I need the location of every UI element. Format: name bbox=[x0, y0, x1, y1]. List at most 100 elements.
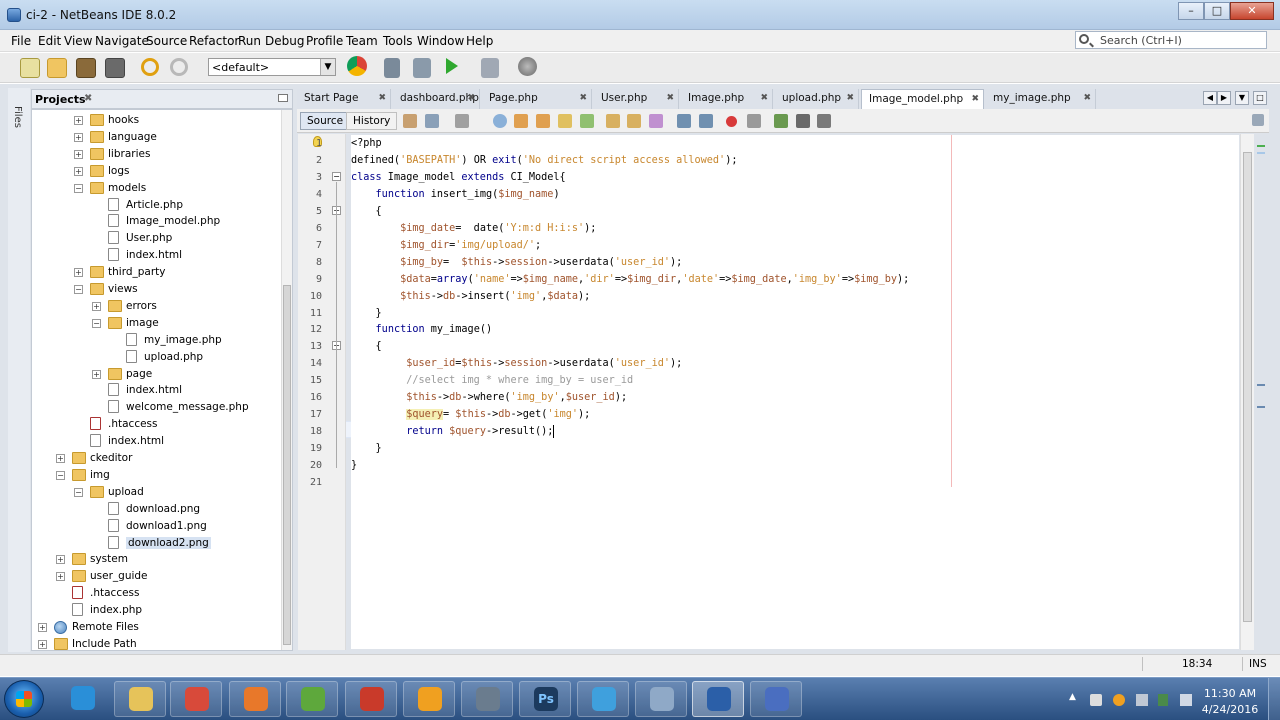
expand-icon[interactable]: + bbox=[74, 149, 83, 159]
editor-tab[interactable]: my_image.php ✖ bbox=[986, 89, 1096, 109]
tree-item[interactable]: + system bbox=[32, 551, 280, 568]
menu-team[interactable]: Team bbox=[346, 34, 378, 48]
close-icon[interactable]: ✖ bbox=[84, 93, 92, 104]
editor-tab[interactable]: dashboard.php ✖ bbox=[393, 89, 480, 109]
find-next-icon[interactable] bbox=[536, 114, 550, 128]
close-tab-icon[interactable]: ✖ bbox=[760, 93, 768, 103]
expand-icon[interactable]: + bbox=[74, 166, 83, 176]
maximize-button[interactable]: □ bbox=[1204, 2, 1230, 20]
collapse-icon[interactable]: − bbox=[92, 318, 101, 328]
expand-icon[interactable]: + bbox=[38, 639, 47, 649]
close-tab-icon[interactable]: ✖ bbox=[579, 93, 587, 103]
taskbar-app-button[interactable] bbox=[635, 681, 687, 717]
tree-item[interactable]: + ckeditor bbox=[32, 450, 280, 467]
taskbar-app-button[interactable] bbox=[461, 681, 513, 717]
shift-left-icon[interactable] bbox=[677, 114, 691, 128]
tree-item[interactable]: + errors bbox=[32, 298, 280, 315]
fold-class-icon[interactable]: − bbox=[332, 172, 341, 181]
editor-tab[interactable]: Image_model.php ✖ bbox=[861, 89, 984, 109]
code-line[interactable]: { bbox=[351, 203, 382, 220]
menu-profile[interactable]: Profile bbox=[306, 34, 343, 48]
insert-mode[interactable]: INS bbox=[1249, 658, 1267, 670]
tree-item[interactable]: − image bbox=[32, 315, 280, 332]
tree-item[interactable]: .htaccess bbox=[32, 416, 280, 433]
taskbar-app-button[interactable] bbox=[692, 681, 744, 717]
collapse-icon[interactable]: − bbox=[56, 470, 65, 480]
menu-navigate[interactable]: Navigate bbox=[95, 34, 149, 48]
next-bookmark-icon[interactable] bbox=[627, 114, 641, 128]
collapse-icon[interactable]: − bbox=[74, 285, 83, 294]
tree-item[interactable]: Article.php bbox=[32, 197, 280, 214]
menu-debug[interactable]: Debug bbox=[265, 34, 304, 48]
source-button[interactable]: Source bbox=[300, 112, 351, 130]
toggle-rect-select-icon[interactable] bbox=[580, 114, 594, 128]
close-tab-icon[interactable]: ✖ bbox=[666, 93, 674, 103]
code-line[interactable]: $query= $this->db->get('img'); bbox=[351, 406, 590, 423]
close-tab-icon[interactable]: ✖ bbox=[467, 93, 475, 103]
code-line[interactable]: $img_dir='img/upload/'; bbox=[351, 237, 541, 254]
taskbar-app-button[interactable] bbox=[229, 681, 281, 717]
tree-item[interactable]: index.html bbox=[32, 247, 280, 264]
tree-item[interactable]: index.html bbox=[32, 382, 280, 399]
new-file-icon[interactable] bbox=[20, 58, 40, 78]
expand-icon[interactable]: + bbox=[74, 132, 83, 142]
redo-icon[interactable] bbox=[170, 58, 188, 76]
editor-tab[interactable]: Image.php ✖ bbox=[681, 89, 773, 109]
tree-item[interactable]: − upload bbox=[32, 484, 280, 501]
profile-icon[interactable] bbox=[518, 57, 537, 76]
menu-run[interactable]: Run bbox=[238, 34, 261, 48]
code-line[interactable]: { bbox=[351, 338, 382, 355]
editor-tab[interactable]: Start Page ✖ bbox=[297, 89, 391, 109]
tree-item[interactable]: + page bbox=[32, 366, 280, 383]
error-stripe-mark[interactable] bbox=[1257, 152, 1265, 154]
taskbar-app-button[interactable]: Ps bbox=[519, 681, 571, 717]
taskbar-app-button[interactable] bbox=[286, 681, 338, 717]
menu-edit[interactable]: Edit bbox=[38, 34, 61, 48]
tree-item[interactable]: download2.png bbox=[32, 535, 280, 552]
code-line[interactable]: } bbox=[351, 440, 382, 457]
code-line[interactable]: $data=array('name'=>$img_name,'dir'=>$im… bbox=[351, 271, 909, 288]
code-line[interactable]: class Image_model extends CI_Model{ bbox=[351, 169, 566, 186]
expand-icon[interactable]: + bbox=[38, 623, 47, 632]
code-line[interactable]: <?php bbox=[351, 135, 382, 152]
maximize-editor-icon[interactable]: □ bbox=[1253, 91, 1267, 105]
code-line[interactable]: $this->db->where('img_by',$user_id); bbox=[351, 389, 627, 406]
toggle-bookmark-icon[interactable] bbox=[649, 114, 663, 128]
tabs-dropdown-icon[interactable]: ▼ bbox=[1235, 91, 1249, 105]
tabs-right-icon[interactable]: ▶ bbox=[1217, 91, 1231, 105]
stop-macro-icon[interactable] bbox=[747, 114, 761, 128]
start-macro-icon[interactable] bbox=[726, 116, 737, 127]
close-tab-icon[interactable]: ✖ bbox=[971, 94, 979, 104]
menu-window[interactable]: Window bbox=[417, 34, 464, 48]
projects-tab[interactable]: Projects bbox=[35, 93, 86, 106]
expand-icon[interactable]: + bbox=[92, 369, 101, 379]
code-line[interactable]: //select img * where img_by = user_id bbox=[351, 372, 633, 389]
tray-monitor-icon[interactable] bbox=[1136, 694, 1148, 706]
tree-item[interactable]: welcome_message.php bbox=[32, 399, 280, 416]
expand-icon[interactable]: + bbox=[56, 572, 65, 582]
caret-stripe-mark[interactable] bbox=[1257, 384, 1265, 386]
taskbar-app-button[interactable] bbox=[345, 681, 397, 717]
close-tab-icon[interactable]: ✖ bbox=[378, 93, 386, 103]
tray-battery-icon[interactable] bbox=[1158, 694, 1168, 706]
configuration-select[interactable]: <default> ▼ bbox=[208, 58, 336, 76]
code-line[interactable]: $this->db->insert('img',$data); bbox=[351, 288, 590, 305]
save-all-icon[interactable] bbox=[105, 58, 125, 78]
menu-refactor[interactable]: Refactor bbox=[189, 34, 239, 48]
editor-tab[interactable]: upload.php ✖ bbox=[775, 89, 859, 109]
new-project-icon[interactable] bbox=[47, 58, 67, 78]
code-line[interactable]: function my_image() bbox=[351, 321, 493, 338]
menu-view[interactable]: View bbox=[64, 34, 92, 48]
tree-item[interactable]: − models bbox=[32, 180, 280, 197]
tree-item[interactable]: + hooks bbox=[32, 112, 280, 129]
find-icon[interactable] bbox=[493, 114, 507, 128]
close-tab-icon[interactable]: ✖ bbox=[1083, 93, 1091, 103]
tree-item[interactable]: User.php bbox=[32, 230, 280, 247]
code-editor[interactable]: <?php defined('BASEPATH') OR exit('No dir… bbox=[351, 135, 1239, 649]
tree-item[interactable]: + Include Path bbox=[32, 636, 280, 650]
code-line[interactable]: function insert_img($img_name) bbox=[351, 186, 560, 203]
menu-help[interactable]: Help bbox=[466, 34, 493, 48]
tray-flag-icon[interactable] bbox=[1090, 694, 1102, 706]
run-icon[interactable] bbox=[446, 58, 458, 74]
tree-item[interactable]: download.png bbox=[32, 501, 280, 518]
